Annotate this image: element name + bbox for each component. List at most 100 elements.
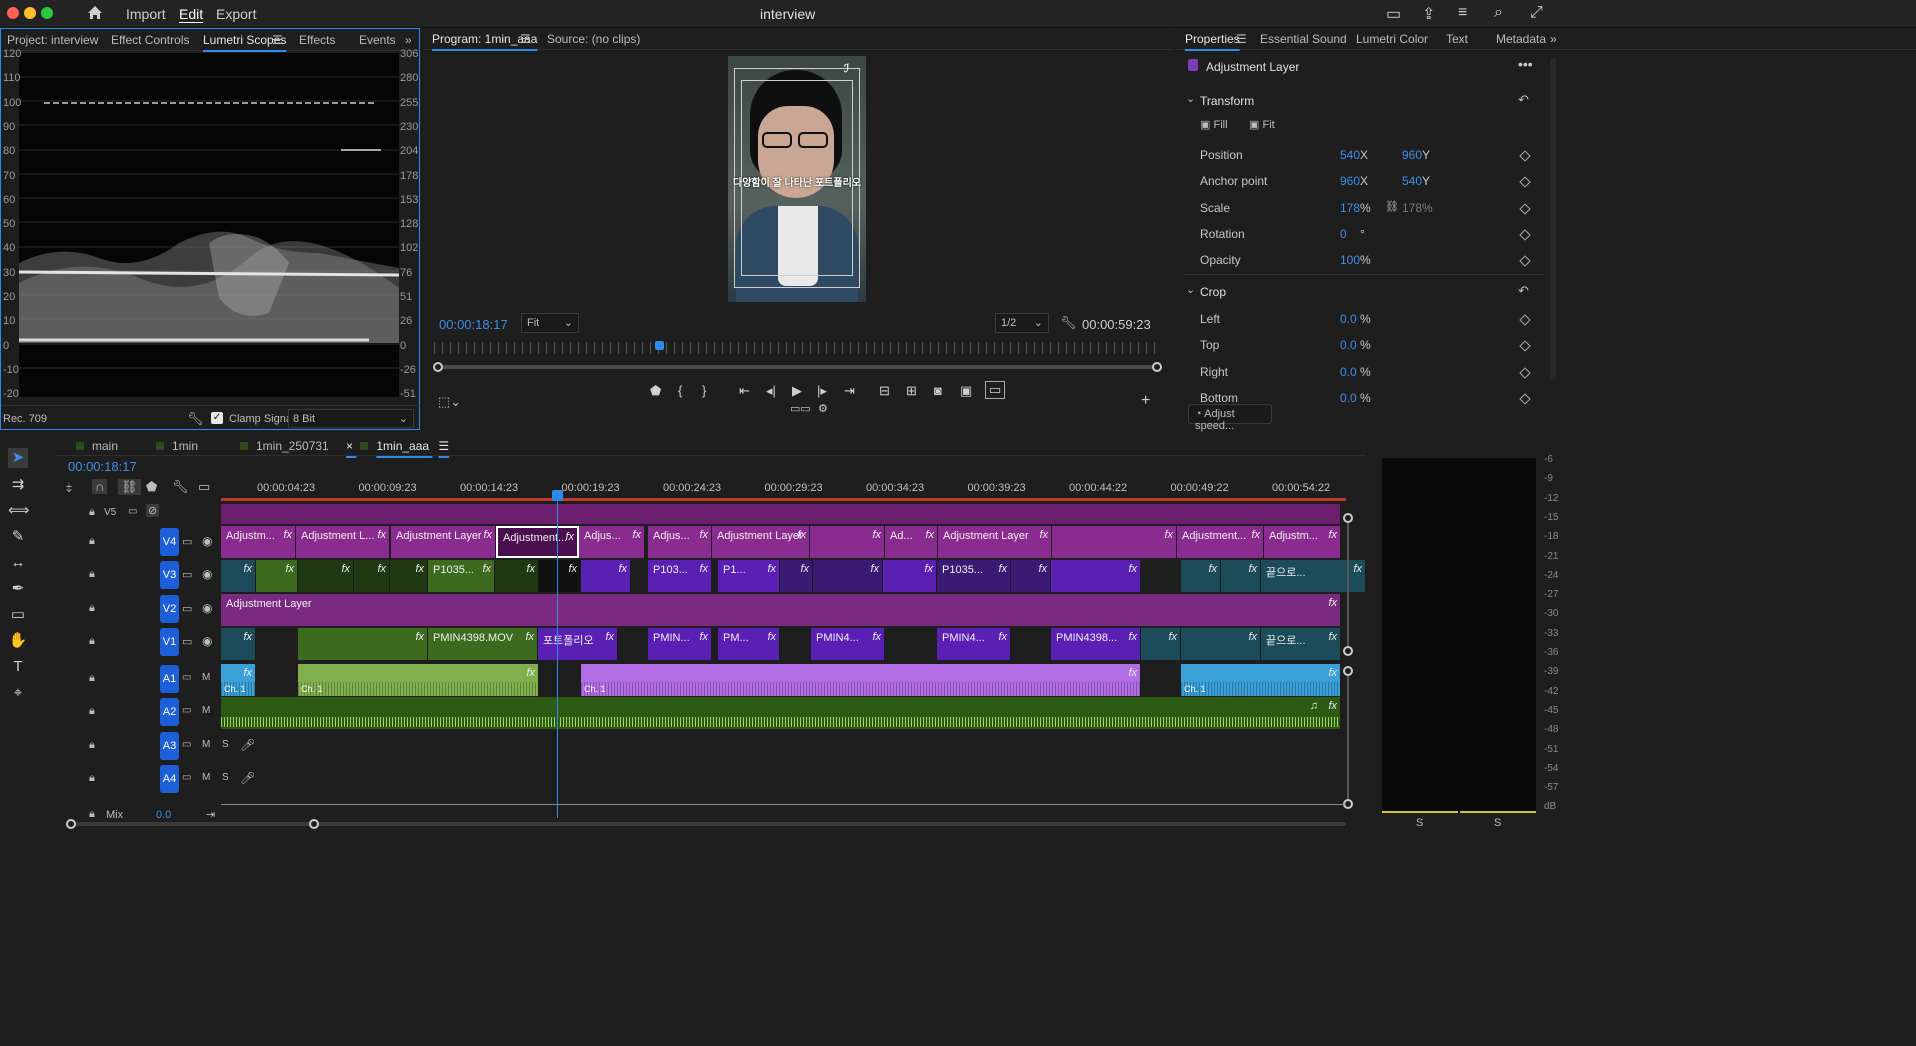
more-tabs-icon[interactable]: » (1550, 32, 1557, 46)
sequence-tab-1min-250731[interactable]: 1min_250731 (240, 439, 329, 453)
add-marker-icon[interactable]: ⬟ (146, 479, 157, 495)
selection-tool-icon[interactable]: ➤ (8, 448, 28, 468)
track-target-badge[interactable]: A2 (160, 698, 179, 726)
v3-clip[interactable]: P1035... fx (428, 560, 495, 592)
track-target-badge[interactable]: V3 (160, 561, 179, 589)
mute-button[interactable]: M (202, 705, 210, 716)
property-value[interactable]: 0.0 (1340, 312, 1357, 326)
property-value[interactable]: 0.0 (1340, 365, 1357, 379)
sync-lock-icon[interactable]: ▭ (182, 568, 192, 581)
adjust-speed-button[interactable]: ◔ Adjust speed... (1188, 404, 1272, 432)
generative-extend-icon[interactable]: ⌖ (8, 683, 28, 703)
track-target-badge[interactable]: A1 (160, 665, 179, 693)
tab-metadata[interactable]: Metadata (1496, 32, 1546, 46)
panel-layout-icon[interactable]: ▭ (1386, 4, 1401, 24)
property-value-2[interactable]: 540 (1402, 174, 1422, 188)
track-target-badge[interactable]: V4 (160, 528, 179, 556)
tab-lumetri-color[interactable]: Lumetri Color (1356, 32, 1428, 46)
sync-lock-icon[interactable]: ▭ (182, 535, 192, 548)
a1-audio-clip[interactable]: fx Ch. 1 (581, 664, 1141, 696)
v4-clip[interactable]: Adjustm... fx (1264, 526, 1341, 558)
bit-depth-select[interactable]: 8 Bit ⌄ (288, 409, 414, 428)
more-options-icon[interactable]: ••• (1518, 56, 1533, 72)
lock-icon[interactable]: 🔒︎ (89, 635, 95, 648)
lock-icon[interactable]: 🔒︎ (89, 772, 95, 785)
settings-wrench-icon[interactable]: 🔧︎ (1060, 315, 1077, 331)
v1-clip[interactable]: PMIN... fx (648, 628, 712, 660)
video-scroll-bottom[interactable] (1343, 646, 1353, 656)
v5-track-bg[interactable] (221, 504, 1341, 524)
v3-clip[interactable]: fx (1051, 560, 1141, 592)
v1-clip[interactable]: 포트폴리오 fx (538, 628, 618, 660)
tab-effect-controls[interactable]: Effect Controls (111, 33, 189, 47)
lift-icon[interactable]: ⊟ (879, 383, 890, 399)
v3-clip[interactable]: fx (354, 560, 390, 592)
mark-in-icon[interactable]: { (678, 383, 682, 398)
v4-clip[interactable]: fx (810, 526, 885, 558)
property-value-2[interactable]: 178 (1402, 201, 1422, 215)
fill-button[interactable]: ▣ Fill (1200, 118, 1228, 131)
sequence-tab-1min-aaa[interactable]: × 1min_aaa ☰ (346, 439, 449, 453)
menu-import[interactable]: Import (126, 6, 166, 22)
v3-clip[interactable]: fx (1181, 560, 1221, 592)
captions-icon[interactable]: ▭ (198, 479, 210, 495)
audio-scroll-top[interactable] (1343, 666, 1353, 676)
slip-tool-icon[interactable]: ↔ (8, 553, 28, 573)
close-tab-icon[interactable]: × (346, 439, 353, 453)
sync-lock-icon[interactable]: ▭ (182, 602, 192, 615)
lock-icon[interactable]: 🔒︎ (89, 705, 95, 718)
keyframe-toggle-icon[interactable] (1519, 366, 1531, 379)
video-scrollbar[interactable] (1347, 523, 1349, 646)
transform-collapse-icon[interactable]: ⌄ (1186, 92, 1195, 105)
program-timecode[interactable]: 00:00:18:17 (439, 317, 508, 332)
close-window-button[interactable] (7, 7, 19, 19)
v3-clip[interactable]: fx (256, 560, 298, 592)
proxy-toggle-icon[interactable]: ⚙ (818, 402, 828, 415)
timeline-settings-icon[interactable]: 🔧︎ (172, 479, 189, 495)
tab-effects[interactable]: Effects (299, 33, 335, 47)
property-value[interactable]: 0.0 (1340, 338, 1357, 352)
v3-clip[interactable]: fx (390, 560, 428, 592)
monitor-ruler[interactable] (434, 342, 1159, 354)
share-icon[interactable]: ⇪ (1422, 4, 1435, 24)
reset-transform-icon[interactable]: ↶ (1518, 92, 1529, 108)
mute-button[interactable]: M (202, 739, 210, 750)
v1-clip[interactable]: 끝으로... fx (1261, 628, 1341, 660)
track-target-badge[interactable]: A4 (160, 765, 179, 793)
sync-lock-icon[interactable]: ▭ (182, 672, 191, 683)
tab-menu-icon[interactable]: ☰ (1236, 32, 1247, 46)
sync-lock-icon[interactable]: ▭ (182, 772, 191, 783)
v4-clip[interactable]: Adjus... fx (648, 526, 712, 558)
scroll-handle-left[interactable] (66, 819, 76, 829)
a1-audio-clip[interactable]: fx Ch. 1 (298, 664, 539, 696)
scroll-handle-right[interactable] (309, 819, 319, 829)
zoom-handle-left[interactable] (433, 362, 443, 372)
v3-clip[interactable]: fx (813, 560, 883, 592)
lock-icon[interactable]: 🔒︎ (89, 672, 95, 685)
play-icon[interactable]: ▶ (792, 383, 802, 399)
comparison-view-icon[interactable]: ▣ (960, 383, 972, 399)
razor-tool-icon[interactable]: ✎ (8, 527, 28, 547)
crop-collapse-icon[interactable]: ⌄ (1186, 283, 1195, 296)
track-target-badge[interactable]: A3 (160, 732, 179, 760)
horizontal-scrollbar[interactable] (66, 822, 1346, 826)
v3-clip[interactable]: fx (298, 560, 354, 592)
v3-clip[interactable]: fx (221, 560, 256, 592)
add-marker-icon[interactable]: ⬟ (650, 383, 661, 399)
vr-video-icon[interactable]: ▭▭ (790, 402, 811, 415)
tab-menu-icon[interactable]: ☰ (520, 32, 531, 46)
pen-tool-icon[interactable]: ✒ (8, 579, 28, 599)
video-scroll-top[interactable] (1343, 513, 1353, 523)
zoom-fit-select[interactable]: Fit ⌄ (521, 313, 579, 333)
v3-clip[interactable]: 끝으로... fx (1261, 560, 1366, 592)
v4-clip[interactable]: Adjustment Layer fx (938, 526, 1052, 558)
v2-adjustment-clip[interactable]: Adjustment Layer fx (221, 594, 1341, 626)
v3-clip[interactable]: fx (539, 560, 581, 592)
sync-lock-icon[interactable]: ▭ (182, 705, 191, 716)
zoom-scrollbar[interactable] (434, 365, 1159, 369)
property-value-1[interactable]: 960 (1340, 174, 1360, 188)
eye-icon[interactable]: ◉ (202, 534, 212, 548)
v1-clip[interactable]: PMIN4398... fx (1051, 628, 1141, 660)
v4-clip[interactable]: Adjustment... fx (1177, 526, 1264, 558)
eye-icon[interactable]: ◉ (202, 567, 212, 581)
